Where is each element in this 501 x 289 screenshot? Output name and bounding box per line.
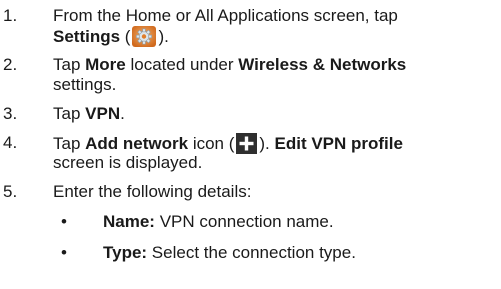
gear-icon <box>132 26 157 47</box>
more-label: More <box>85 55 126 74</box>
step-text: Tap Add network icon ( ). Edit VPN profi… <box>53 133 403 154</box>
plus-icon <box>236 133 258 154</box>
step-text: settings. <box>53 75 117 94</box>
bullet: • <box>61 243 67 262</box>
instructions-page: 1. From the Home or All Applications scr… <box>0 0 501 289</box>
edit-vpn-profile-label: Edit VPN profile <box>274 134 403 153</box>
step-number: 1. <box>3 6 18 25</box>
detail-label: Name: <box>103 212 155 231</box>
step-number: 5. <box>3 182 18 201</box>
step-number: 2. <box>3 55 18 74</box>
detail-text: Name: VPN connection name. <box>103 212 334 231</box>
wireless-networks-label: Wireless & Networks <box>238 55 407 74</box>
step-text: Tap VPN. <box>53 104 125 123</box>
detail-label: Type: <box>103 243 148 262</box>
step-number: 4. <box>3 133 18 152</box>
step-text: screen is displayed. <box>53 153 203 172</box>
bullet: • <box>61 212 67 231</box>
detail-text: Type: Select the connection type. <box>103 243 356 262</box>
step-text: Settings (). <box>53 26 169 47</box>
settings-label: Settings <box>53 27 121 46</box>
step-text: Enter the following details: <box>53 182 252 201</box>
step-number: 3. <box>3 104 18 123</box>
add-network-label: Add network <box>85 134 189 153</box>
step-text: Tap More located under Wireless & Networ… <box>53 55 407 74</box>
vpn-label: VPN <box>85 104 121 123</box>
step-text: From the Home or All Applications screen… <box>53 6 398 25</box>
